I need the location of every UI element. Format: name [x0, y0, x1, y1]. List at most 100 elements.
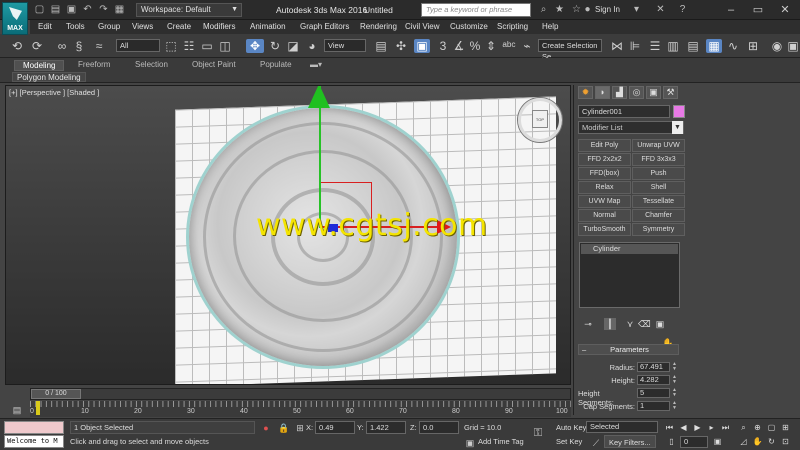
- zoom-icon[interactable]: ⌕: [738, 422, 749, 434]
- menu-rendering[interactable]: Rendering: [360, 22, 397, 31]
- pin-stack-icon[interactable]: ⊸: [582, 318, 594, 330]
- graphite-tools-icon[interactable]: ▦: [706, 39, 722, 53]
- edit-named-selection-icon[interactable]: ᵃᵇᶜ: [502, 39, 516, 53]
- normal-button[interactable]: Normal: [578, 209, 631, 222]
- menu-help[interactable]: Help: [542, 22, 558, 31]
- parameters-rollout[interactable]: – Parameters: [578, 344, 679, 355]
- spinner-icon[interactable]: ▲ ▼: [672, 362, 677, 372]
- viewcube[interactable]: TOP: [518, 98, 562, 142]
- reference-coordinate-select[interactable]: View: [324, 39, 366, 52]
- absolute-mode-icon[interactable]: ⊞: [294, 422, 306, 434]
- menu-customize[interactable]: Customize: [450, 22, 488, 31]
- remove-modifier-icon[interactable]: ⌫: [638, 318, 651, 330]
- undo-icon[interactable]: ↶: [81, 3, 94, 16]
- ffd-2x2x2-button[interactable]: FFD 2x2x2: [578, 153, 631, 166]
- menu-tools[interactable]: Tools: [66, 22, 85, 31]
- menu-group[interactable]: Group: [98, 22, 120, 31]
- display-tab-icon[interactable]: ▣: [646, 86, 661, 99]
- viewcube-face[interactable]: TOP: [532, 110, 548, 128]
- select-object-icon[interactable]: ⬚: [164, 39, 178, 53]
- motion-tab-icon[interactable]: ◎: [629, 86, 644, 99]
- tab-selection[interactable]: Selection: [135, 60, 168, 71]
- hierarchy-tab-icon[interactable]: ▟: [612, 86, 627, 99]
- chamfer-button[interactable]: Chamfer: [632, 209, 685, 222]
- menu-edit[interactable]: Edit: [38, 22, 52, 31]
- exchange-icon[interactable]: ✕: [654, 3, 667, 16]
- chevron-down-icon[interactable]: ▾: [630, 3, 643, 16]
- align-icon[interactable]: ⊫: [628, 39, 642, 53]
- track-bar[interactable]: 0 10 20 30 40 50 60 70 80 90 100: [30, 401, 571, 417]
- schematic-view-icon[interactable]: ⊞: [746, 39, 760, 53]
- current-frame-marker[interactable]: [36, 401, 40, 415]
- ffd-box-button[interactable]: FFD(box): [578, 167, 631, 180]
- previous-frame-icon[interactable]: ◀: [678, 422, 689, 434]
- height-segments-input[interactable]: 5: [637, 388, 670, 398]
- named-selection-icon[interactable]: ⌁: [520, 39, 534, 53]
- field-of-view-icon[interactable]: ◿: [738, 436, 749, 448]
- selection-lock-icon[interactable]: 🔒: [278, 422, 290, 434]
- keyboard-shortcut-override-icon[interactable]: ▣: [414, 39, 430, 53]
- configure-modifier-sets-icon[interactable]: ▣: [654, 318, 666, 330]
- unlink-icon[interactable]: §: [72, 39, 86, 53]
- set-key-button[interactable]: Set Key: [556, 437, 582, 446]
- select-manipulate-icon[interactable]: ✣: [394, 39, 408, 53]
- make-unique-icon[interactable]: ⋎: [624, 318, 636, 330]
- mini-curve-editor-icon[interactable]: ▤: [10, 403, 24, 417]
- render-setup-icon[interactable]: ▣: [786, 39, 800, 53]
- show-end-result-icon[interactable]: ┃: [604, 318, 616, 330]
- time-configuration-icon[interactable]: ▣: [712, 436, 723, 448]
- selection-filter-select[interactable]: All: [116, 39, 160, 52]
- sign-in-button[interactable]: Sign In: [595, 5, 620, 14]
- material-editor-icon[interactable]: ◉: [770, 39, 784, 53]
- subscription-icon[interactable]: ★: [553, 3, 566, 16]
- x-coordinate-field[interactable]: 0.49: [315, 421, 355, 434]
- edit-poly-button[interactable]: Edit Poly: [578, 139, 631, 152]
- isolate-selection-icon[interactable]: ●: [260, 422, 272, 434]
- modifier-stack[interactable]: Cylinder: [579, 242, 680, 308]
- z-coordinate-field[interactable]: 0.0: [419, 421, 459, 434]
- zoom-all-icon[interactable]: ⊕: [752, 422, 763, 434]
- bind-space-warp-icon[interactable]: ≈: [92, 39, 106, 53]
- unwrap-uvw-button[interactable]: Unwrap UVW: [632, 139, 685, 152]
- search-icon[interactable]: ⌕: [537, 3, 550, 16]
- next-frame-icon[interactable]: ▸: [706, 422, 717, 434]
- ffd-3x3x3-button[interactable]: FFD 3x3x3: [632, 153, 685, 166]
- project-folder-icon[interactable]: ▦: [113, 3, 126, 16]
- link-icon[interactable]: ∞: [55, 39, 69, 53]
- rectangular-selection-icon[interactable]: ▭: [200, 39, 214, 53]
- key-mode-select[interactable]: Selected: [586, 421, 658, 433]
- close-button[interactable]: ✕: [770, 0, 800, 20]
- pivot-center-icon[interactable]: ▤: [374, 39, 388, 53]
- utilities-tab-icon[interactable]: ⚒: [663, 86, 678, 99]
- tessellate-button[interactable]: Tessellate: [632, 195, 685, 208]
- spinner-snap-icon[interactable]: ⇕: [484, 39, 498, 53]
- modify-tab-icon[interactable]: ◗: [595, 86, 610, 99]
- app-menu-button[interactable]: MAX: [2, 2, 28, 35]
- snap-toggle-icon[interactable]: 3: [436, 39, 450, 53]
- curve-editor-icon[interactable]: ∿: [726, 39, 740, 53]
- go-to-end-icon[interactable]: ⏭: [720, 422, 731, 434]
- menu-animation[interactable]: Animation: [250, 22, 286, 31]
- tab-populate[interactable]: Populate: [260, 60, 292, 71]
- orbit-icon[interactable]: ↻: [766, 436, 777, 448]
- viewport-label[interactable]: [+] [Perspective ] [Shaded ]: [9, 88, 99, 97]
- redo-icon[interactable]: ↷: [97, 3, 110, 16]
- minimize-button[interactable]: –: [716, 0, 746, 20]
- menu-create[interactable]: Create: [167, 22, 191, 31]
- symmetry-button[interactable]: Symmetry: [632, 223, 685, 236]
- pan-view-icon[interactable]: ✋: [752, 436, 763, 448]
- named-selection-set-select[interactable]: Create Selection Se: [538, 39, 602, 61]
- scene-explorer-icon[interactable]: ▥: [666, 39, 680, 53]
- perspective-viewport[interactable]: [+] [Perspective ] [Shaded ] www.cgtsj.c…: [5, 85, 571, 385]
- select-and-scale-icon[interactable]: ◪: [286, 39, 300, 53]
- mirror-icon[interactable]: ⋈: [610, 39, 624, 53]
- time-slider-handle[interactable]: 0 / 100: [31, 389, 81, 399]
- cap-segments-input[interactable]: 1: [637, 401, 670, 411]
- maxscript-listener-output[interactable]: [4, 421, 64, 434]
- key-mode-toggle-icon[interactable]: ▯: [666, 436, 677, 448]
- tab-object-paint[interactable]: Object Paint: [192, 60, 236, 71]
- layer-manager-icon[interactable]: ☰: [648, 39, 662, 53]
- menu-views[interactable]: Views: [132, 22, 153, 31]
- window-crossing-icon[interactable]: ◫: [218, 39, 232, 53]
- radius-input[interactable]: 67.491: [637, 362, 670, 372]
